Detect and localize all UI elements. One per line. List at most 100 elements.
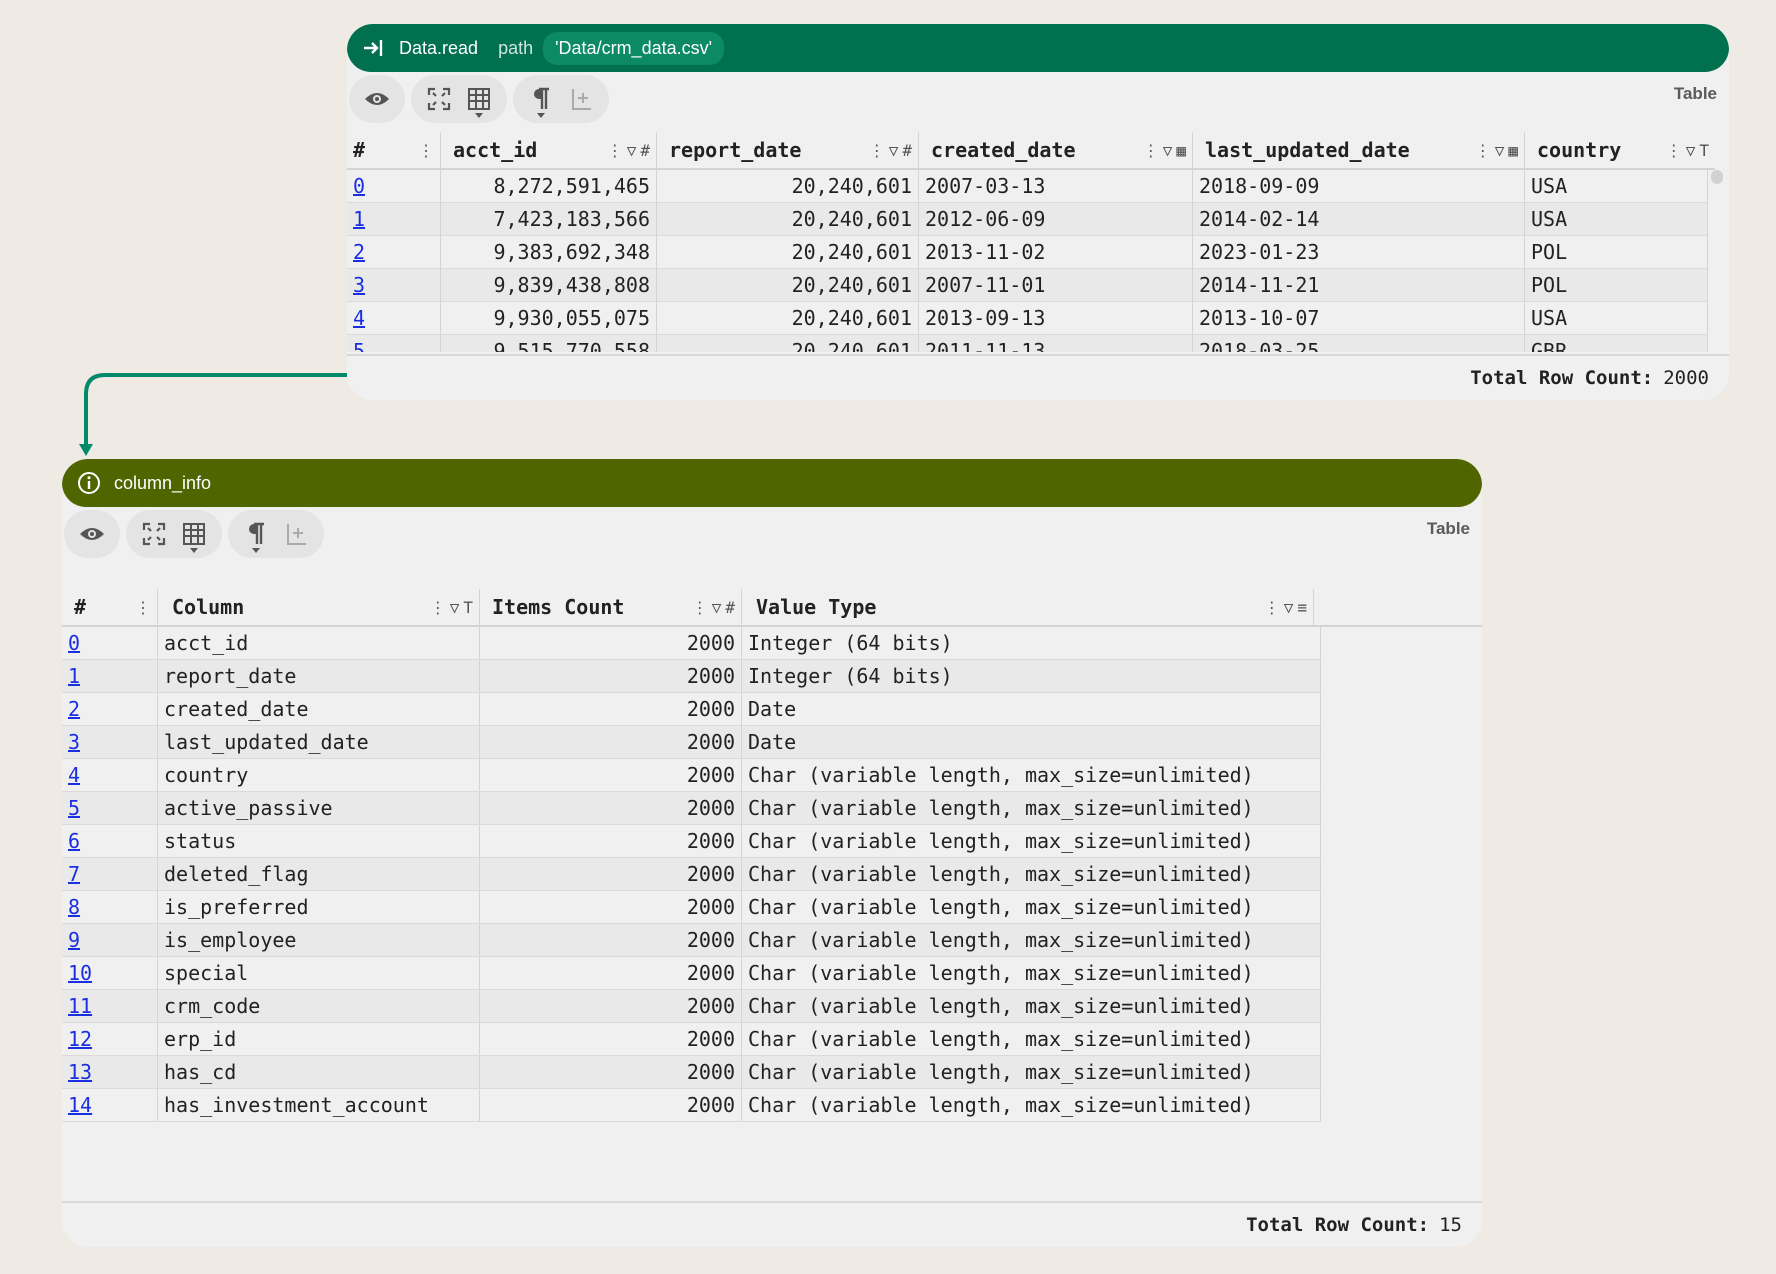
row-index-link[interactable]: 6	[68, 829, 80, 853]
expand-icon[interactable]	[134, 514, 174, 554]
table-row[interactable]: 10 special 2000 Char (variable length, m…	[62, 957, 1321, 990]
table-row[interactable]: 0 8,272,591,465 20,240,601 2007-03-13 20…	[347, 170, 1708, 203]
row-index-link[interactable]: 7	[68, 862, 80, 886]
row-index-link[interactable]: 1	[353, 207, 365, 231]
data-read-node[interactable]: Data.read path 'Data/crm_data.csv' Table…	[347, 24, 1729, 400]
column-header-acct-id[interactable]: acct_id ⋮ ▽ #	[441, 132, 657, 168]
pilcrow-icon[interactable]	[236, 514, 276, 554]
row-index-link[interactable]: 0	[68, 631, 80, 655]
kebab-menu-icon[interactable]: ⋮	[1475, 141, 1491, 160]
column-header-last-updated-date[interactable]: last_updated_date ⋮ ▽ ▦	[1193, 132, 1525, 168]
row-index-link[interactable]: 0	[353, 174, 365, 198]
row-index-link[interactable]: 12	[68, 1027, 92, 1051]
table-row[interactable]: 2 created_date 2000 Date	[62, 693, 1321, 726]
kebab-menu-icon[interactable]: ⋮	[1143, 141, 1159, 160]
filter-icon[interactable]: ▽	[1163, 141, 1173, 160]
eye-icon[interactable]	[357, 79, 397, 119]
row-index-link[interactable]: 13	[68, 1060, 92, 1084]
items-count-cell: 2000	[480, 1089, 742, 1121]
kebab-menu-icon[interactable]: ⋮	[869, 141, 885, 160]
table-row[interactable]: 12 erp_id 2000 Char (variable length, ma…	[62, 1023, 1321, 1056]
column-header-items-count[interactable]: Items Count ⋮ ▽ #	[480, 589, 742, 625]
filter-icon[interactable]: ▽	[712, 598, 722, 617]
add-column-icon[interactable]	[276, 514, 316, 554]
row-index-link[interactable]: 3	[68, 730, 80, 754]
column-name-cell: last_updated_date	[158, 726, 480, 758]
kebab-menu-icon[interactable]: ⋮	[692, 598, 708, 617]
value-type-cell: Date	[742, 693, 1321, 725]
row-index-link[interactable]: 9	[68, 928, 80, 952]
table-row[interactable]: 5 9,515,770,558 20,240,601 2011-11-13 20…	[347, 335, 1708, 352]
column-header-value-type[interactable]: Value Type ⋮ ▽ ≡	[742, 589, 1314, 625]
table-row[interactable]: 1 7,423,183,566 20,240,601 2012-06-09 20…	[347, 203, 1708, 236]
expand-icon[interactable]	[419, 79, 459, 119]
table-footer: Total Row Count: 15	[62, 1201, 1482, 1247]
column-name-cell: special	[158, 957, 480, 989]
filter-icon[interactable]: ▽	[627, 141, 637, 160]
row-index-link[interactable]: 11	[68, 994, 92, 1018]
table-row[interactable]: 4 country 2000 Char (variable length, ma…	[62, 759, 1321, 792]
row-index-link[interactable]: 5	[68, 796, 80, 820]
row-index-link[interactable]: 8	[68, 895, 80, 919]
path-value-input[interactable]: 'Data/crm_data.csv'	[543, 31, 725, 65]
kebab-menu-icon[interactable]: ⋮	[430, 598, 446, 617]
vertical-scrollbar[interactable]	[1711, 170, 1723, 184]
add-column-icon[interactable]	[561, 79, 601, 119]
text-type-icon: T	[1699, 140, 1709, 160]
table-row[interactable]: 7 deleted_flag 2000 Char (variable lengt…	[62, 858, 1321, 891]
row-index-link[interactable]: 4	[353, 306, 365, 330]
value-type-cell: Char (variable length, max_size=unlimite…	[742, 1023, 1321, 1055]
table-row[interactable]: 0 acct_id 2000 Integer (64 bits)	[62, 627, 1321, 660]
column-header-report-date[interactable]: report_date ⋮ ▽ #	[657, 132, 919, 168]
table-grid-icon[interactable]	[459, 79, 499, 119]
kebab-menu-icon[interactable]: ⋮	[135, 598, 151, 617]
node-header[interactable]: column_info	[62, 459, 1482, 507]
view-type-label: Table	[1673, 84, 1717, 103]
row-index-link[interactable]: 14	[68, 1093, 92, 1117]
table-row[interactable]: 2 9,383,692,348 20,240,601 2013-11-02 20…	[347, 236, 1708, 269]
column-header-column[interactable]: Column ⋮ ▽ T	[158, 589, 480, 625]
row-index-link[interactable]: 3	[353, 273, 365, 297]
row-index-link[interactable]: 2	[68, 697, 80, 721]
row-index-link[interactable]: 1	[68, 664, 80, 688]
kebab-menu-icon[interactable]: ⋮	[1666, 141, 1682, 160]
filter-icon[interactable]: ▽	[1495, 141, 1505, 160]
eye-icon[interactable]	[72, 514, 112, 554]
filter-icon[interactable]: ▽	[1284, 598, 1294, 617]
table-row[interactable]: 14 has_investment_account 2000 Char (var…	[62, 1089, 1321, 1122]
pilcrow-icon[interactable]	[521, 79, 561, 119]
row-index-link[interactable]: 5	[353, 339, 365, 352]
row-index-link[interactable]: 10	[68, 961, 92, 985]
table-row[interactable]: 9 is_employee 2000 Char (variable length…	[62, 924, 1321, 957]
table-row[interactable]: 5 active_passive 2000 Char (variable len…	[62, 792, 1321, 825]
filter-icon[interactable]: ▽	[450, 598, 460, 617]
country-cell: USA	[1525, 203, 1708, 235]
row-index-link[interactable]: 4	[68, 763, 80, 787]
kebab-menu-icon[interactable]: ⋮	[1264, 598, 1280, 617]
table-row[interactable]: 1 report_date 2000 Integer (64 bits)	[62, 660, 1321, 693]
table-grid-icon[interactable]	[174, 514, 214, 554]
table-row[interactable]: 8 is_preferred 2000 Char (variable lengt…	[62, 891, 1321, 924]
column-info-node[interactable]: column_info Table # ⋮ Column ⋮ ▽ T Items…	[62, 459, 1482, 1247]
last-updated-date-cell: 2023-01-23	[1193, 236, 1525, 268]
column-header-created-date[interactable]: created_date ⋮ ▽ ▦	[919, 132, 1193, 168]
node-header[interactable]: Data.read path 'Data/crm_data.csv'	[347, 24, 1729, 72]
items-count-cell: 2000	[480, 759, 742, 791]
row-count-value: 15	[1439, 1214, 1462, 1236]
index-header[interactable]: # ⋮	[347, 132, 441, 168]
table-row[interactable]: 11 crm_code 2000 Char (variable length, …	[62, 990, 1321, 1023]
row-index-link[interactable]: 2	[353, 240, 365, 264]
report-date-cell: 20,240,601	[657, 302, 919, 334]
kebab-menu-icon[interactable]: ⋮	[607, 141, 623, 160]
index-header[interactable]: # ⋮	[62, 589, 158, 625]
table-row[interactable]: 13 has_cd 2000 Char (variable length, ma…	[62, 1056, 1321, 1089]
sort-icon[interactable]: ≡	[1297, 598, 1307, 617]
kebab-menu-icon[interactable]: ⋮	[418, 141, 434, 160]
table-row[interactable]: 6 status 2000 Char (variable length, max…	[62, 825, 1321, 858]
filter-icon[interactable]: ▽	[1686, 141, 1696, 160]
table-row[interactable]: 3 9,839,438,808 20,240,601 2007-11-01 20…	[347, 269, 1708, 302]
table-row[interactable]: 3 last_updated_date 2000 Date	[62, 726, 1321, 759]
filter-icon[interactable]: ▽	[889, 141, 899, 160]
column-header-country[interactable]: country ⋮ ▽ T	[1525, 132, 1715, 168]
table-row[interactable]: 4 9,930,055,075 20,240,601 2013-09-13 20…	[347, 302, 1708, 335]
